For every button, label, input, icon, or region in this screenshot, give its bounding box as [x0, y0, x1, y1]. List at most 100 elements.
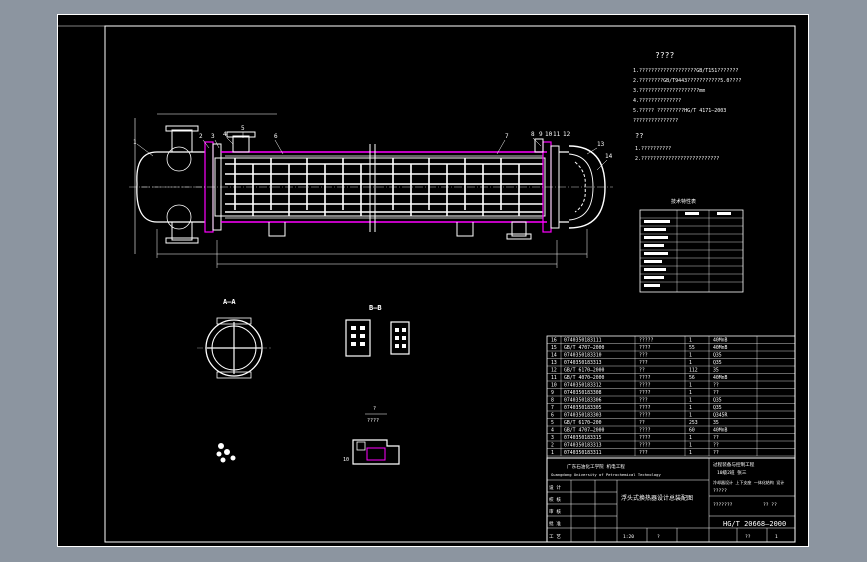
bom-row: 13 0740350183313??? 1 Q35: [551, 360, 722, 366]
bom-cell-material: Q345R: [713, 413, 728, 419]
bom-cell-no: 11: [551, 375, 557, 381]
bom-row: 11 GB/T 4070—2000???? 56 40MnB: [551, 375, 728, 381]
bom-cell-code: 0740350183111: [564, 338, 602, 344]
bom-cell-qty: 1: [689, 353, 692, 359]
school-name: 广东石油化工学院 机电工程: [567, 463, 625, 470]
school-name-en: Guangdong University of Petrochemical Te…: [551, 472, 661, 477]
bom-cell-name: ?????: [639, 338, 654, 344]
bom-cell-code: 0740350183313: [564, 360, 602, 366]
scale-cell: 1: [775, 534, 778, 540]
tech-req-item: 1.???????????????????GB/T151???????: [633, 68, 738, 74]
bom-cell-qty: 1: [689, 383, 692, 389]
bom-cell-material: Q35: [713, 398, 722, 404]
bom-cell-qty: 1: [689, 390, 692, 396]
bom-cell-code: GB/T 4070—2000: [564, 375, 605, 381]
detail-label: ?: [373, 406, 376, 412]
part-label-11: 11: [553, 131, 561, 138]
bom-cell-no: 4: [551, 428, 554, 434]
bom-cell-no: 9: [551, 390, 554, 396]
bom-cell-name: ???: [639, 398, 648, 404]
notes-title: ??: [635, 132, 643, 140]
bom-cell-no: 3: [551, 435, 554, 441]
bom-cell-material: 40MnB: [713, 428, 728, 434]
tech-characteristics-table: 技术特性表: [639, 198, 744, 293]
bom-cell-qty: 55: [689, 345, 695, 351]
part-label-9: 9: [539, 131, 543, 138]
bom-cell-code: 0740350183311: [564, 450, 602, 456]
detail-tag: 10: [343, 457, 349, 463]
bom-cell-name: ????: [639, 375, 651, 381]
bom-cell-qty: 1: [689, 405, 692, 411]
bom-cell-code: 0740350183305: [564, 405, 602, 411]
bom-cell-no: 7: [551, 405, 554, 411]
tech-req-item: ???????????????: [633, 118, 678, 124]
bom-cell-name: ????: [639, 443, 651, 449]
bom-cell-material: ??: [713, 390, 719, 396]
bom-cell-material: ??: [713, 383, 719, 389]
part-label-12: 12: [563, 131, 571, 138]
bom-cell-qty: 1: [689, 450, 692, 456]
bom-cell-material: Q35: [713, 405, 722, 411]
part-label-1: 1: [133, 139, 137, 146]
owner-line-3: 冷却器设计 上下支座 一体化结构 设计: [713, 479, 784, 485]
bom-cell-material: 40MnB: [713, 375, 728, 381]
owner-line-6: ?? ??: [763, 502, 777, 508]
tech-req-item: 4.??????????????: [633, 98, 681, 104]
bom-cell-name: ????: [639, 390, 651, 396]
bom-cell-material: Q35: [713, 360, 722, 366]
tube-rows: [225, 163, 543, 213]
bom-cell-qty: 1: [689, 360, 692, 366]
bom-cell-material: ??: [713, 443, 719, 449]
bom-cell-code: GB/T 6170—2000: [564, 368, 605, 374]
owner-line-4: ?????: [713, 488, 727, 494]
bom-cell-no: 15: [551, 345, 557, 351]
sign-label: 批 准: [549, 520, 561, 527]
part-label-4: 4: [223, 131, 227, 138]
section-b-b: B—B: [345, 304, 410, 357]
scale-cell: ?: [657, 534, 660, 540]
part-label-10: 10: [545, 131, 553, 138]
bom-cell-name: ???: [639, 360, 648, 366]
bom-cell-name: ???: [639, 353, 648, 359]
bom-cell-qty: 56: [689, 375, 695, 381]
bom-cell-material: 35: [713, 368, 719, 374]
detail-scale: ????: [367, 418, 379, 424]
bom-cell-material: 40MnB: [713, 345, 728, 351]
bom-cell-qty: 1: [689, 338, 692, 344]
bom-cell-name: ????: [639, 405, 651, 411]
bom-cell-no: 6: [551, 413, 554, 419]
bom-cell-code: GB/T 4707—2000: [564, 345, 605, 351]
bill-of-materials: 16 0740350183111????? 1 40MnB15 GB/T 4707—20…: [546, 335, 796, 459]
drawing-sheet: 1 2 3 4 5 6 7 8 9 10 11 12 13 14 ???? 1.…: [57, 14, 809, 547]
bom-cell-code: 0740350183306: [564, 398, 602, 404]
bom-row: 4 GB/T 4707—2000???? 60 40MnB: [551, 428, 728, 434]
bom-cell-code: 0740350183315: [564, 435, 602, 441]
bom-cell-code: 0740350183313: [564, 443, 602, 449]
sign-label: 工 艺: [549, 534, 561, 540]
bom-cell-qty: 1: [689, 398, 692, 404]
bom-cell-name: ????: [639, 345, 651, 351]
bom-cell-qty: 1: [689, 443, 692, 449]
part-label-13: 13: [597, 141, 605, 148]
bom-cell-name: ??: [639, 368, 645, 374]
bom-cell-qty: 253: [689, 420, 698, 426]
tech-req-item: 5.????? ?????????HG/T 4171—2003: [633, 108, 726, 114]
bom-cell-name: ????: [639, 413, 651, 419]
bom-cell-code: 0740350183312: [564, 383, 602, 389]
part-label-5: 5: [241, 125, 245, 132]
assembly-drawing: 1 2 3 4 5 6 7 8 9 10 11 12 13 14 ???? 1.…: [57, 14, 809, 547]
bom-cell-qty: 1: [689, 435, 692, 441]
bom-cell-code: 0740350183310: [564, 353, 602, 359]
bom-cell-no: 5: [551, 420, 554, 426]
bom-cell-material: 35: [713, 420, 719, 426]
bom-row: 8 0740350183306??? 1 Q35: [551, 398, 722, 404]
part-label-14: 14: [605, 153, 613, 160]
bom-cell-no: 10: [551, 383, 557, 389]
small-cluster-symbol: [216, 443, 236, 463]
outer-frame: [57, 14, 809, 547]
sign-label: 校 核: [549, 496, 561, 503]
bom-cell-code: GB/T 4707—2000: [564, 428, 605, 434]
bom-cell-material: ??: [713, 435, 719, 441]
inner-frame: [104, 25, 796, 543]
section-b-b-label: B—B: [369, 304, 382, 312]
